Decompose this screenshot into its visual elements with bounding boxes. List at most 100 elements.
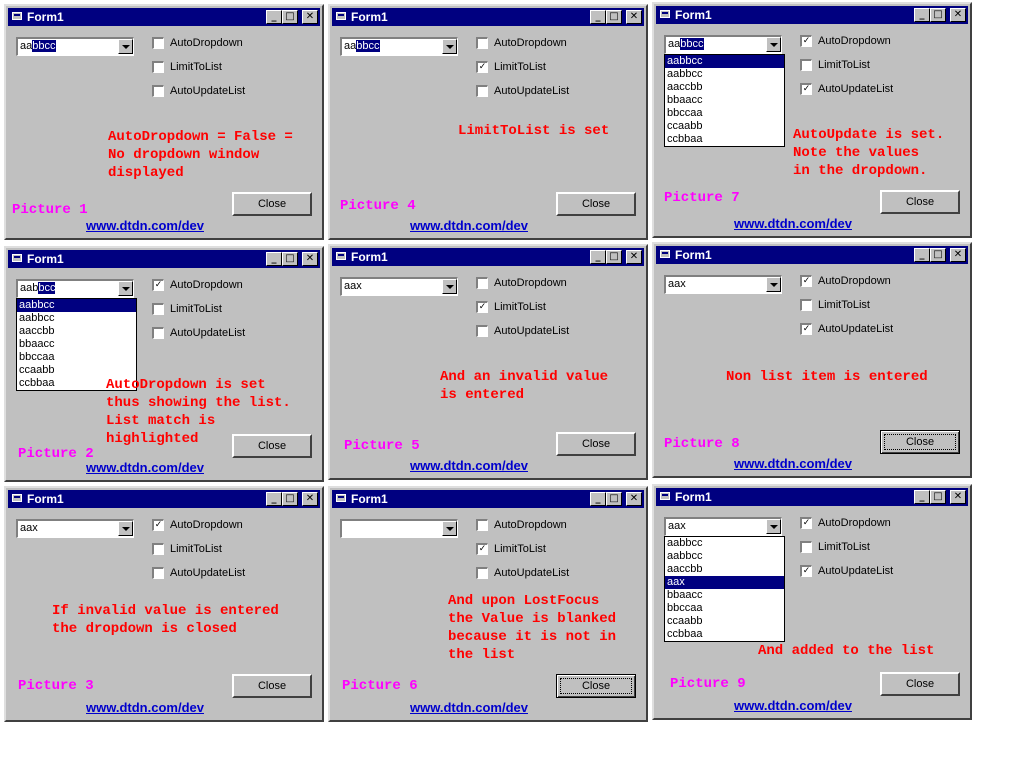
close-button[interactable]: Close: [232, 434, 312, 458]
dtdn-link[interactable]: www.dtdn.com/dev: [410, 700, 528, 715]
combo-box[interactable]: [340, 519, 458, 538]
checkbox-box[interactable]: ✓: [476, 61, 488, 73]
minimize-button[interactable]: _: [266, 10, 282, 24]
dropdown-arrow-button[interactable]: [766, 37, 781, 52]
checkbox-box[interactable]: [152, 543, 164, 555]
combo-box[interactable]: aabbcc: [340, 37, 458, 56]
minimize-button[interactable]: _: [914, 248, 930, 262]
combo-box[interactable]: aabbcc: [664, 35, 782, 54]
window-icon[interactable]: [12, 494, 22, 502]
close-button[interactable]: Close: [556, 432, 636, 456]
maximize-button[interactable]: □: [282, 10, 298, 24]
close-button[interactable]: Close: [880, 672, 960, 696]
checkbox-box[interactable]: [476, 325, 488, 337]
window-icon[interactable]: [12, 254, 22, 262]
checkbox-box[interactable]: [800, 59, 812, 71]
checkbox-box[interactable]: ✓: [476, 301, 488, 313]
close-window-button[interactable]: ✕: [302, 492, 318, 506]
minimize-button[interactable]: _: [590, 250, 606, 264]
checkbox-box[interactable]: [476, 567, 488, 579]
window-icon[interactable]: [336, 252, 346, 260]
close-button[interactable]: Close: [880, 430, 960, 454]
combo-box[interactable]: aabbcc: [16, 37, 134, 56]
dropdown-item[interactable]: aabbcc: [665, 68, 784, 81]
dropdown-item[interactable]: aabbcc: [17, 312, 136, 325]
checkbox-box[interactable]: [152, 327, 164, 339]
maximize-button[interactable]: □: [930, 490, 946, 504]
checkbox-box[interactable]: [476, 277, 488, 289]
dropdown-item[interactable]: aax: [665, 576, 784, 589]
combo-box[interactable]: aax: [16, 519, 134, 538]
dropdown-list[interactable]: aabbcc aabbcc aaccbb aax bbaacc bbccaa ccaabb c…: [664, 536, 785, 642]
dropdown-item[interactable]: aaccbb: [665, 81, 784, 94]
dropdown-arrow-button[interactable]: [442, 279, 457, 294]
dropdown-item[interactable]: ccbbaa: [665, 133, 784, 146]
window-icon[interactable]: [660, 492, 670, 500]
dtdn-link[interactable]: www.dtdn.com/dev: [86, 460, 204, 475]
dropdown-item[interactable]: bbccaa: [665, 107, 784, 120]
checkbox-box[interactable]: ✓: [800, 323, 812, 335]
dtdn-link[interactable]: www.dtdn.com/dev: [86, 700, 204, 715]
combo-box[interactable]: aax: [664, 517, 782, 536]
dropdown-arrow-button[interactable]: [766, 519, 781, 534]
checkbox-box[interactable]: [800, 541, 812, 553]
maximize-button[interactable]: □: [282, 492, 298, 506]
checkbox-box[interactable]: ✓: [800, 275, 812, 287]
minimize-button[interactable]: _: [590, 492, 606, 506]
close-window-button[interactable]: ✕: [302, 252, 318, 266]
dropdown-arrow-button[interactable]: [442, 521, 457, 536]
dtdn-link[interactable]: www.dtdn.com/dev: [734, 698, 852, 713]
checkbox-box[interactable]: ✓: [152, 519, 164, 531]
close-window-button[interactable]: ✕: [950, 490, 966, 504]
close-button[interactable]: Close: [232, 192, 312, 216]
close-button[interactable]: Close: [880, 190, 960, 214]
dropdown-item[interactable]: bbaacc: [665, 94, 784, 107]
close-window-button[interactable]: ✕: [950, 248, 966, 262]
dropdown-item[interactable]: ccaabb: [665, 615, 784, 628]
dropdown-arrow-button[interactable]: [118, 39, 133, 54]
close-window-button[interactable]: ✕: [626, 10, 642, 24]
window-icon[interactable]: [12, 12, 22, 20]
dtdn-link[interactable]: www.dtdn.com/dev: [410, 458, 528, 473]
close-button[interactable]: Close: [232, 674, 312, 698]
minimize-button[interactable]: _: [914, 8, 930, 22]
checkbox-box[interactable]: [152, 61, 164, 73]
checkbox-box[interactable]: [152, 85, 164, 97]
maximize-button[interactable]: □: [606, 492, 622, 506]
dtdn-link[interactable]: www.dtdn.com/dev: [86, 218, 204, 233]
window-icon[interactable]: [660, 250, 670, 258]
close-window-button[interactable]: ✕: [626, 492, 642, 506]
checkbox-box[interactable]: [152, 567, 164, 579]
dropdown-arrow-button[interactable]: [442, 39, 457, 54]
dropdown-item[interactable]: aabbcc: [17, 299, 136, 312]
checkbox-box[interactable]: [476, 519, 488, 531]
dropdown-item[interactable]: ccbbaa: [665, 628, 784, 641]
combo-box[interactable]: aax: [664, 275, 782, 294]
checkbox-box[interactable]: ✓: [476, 543, 488, 555]
dropdown-item[interactable]: aaccbb: [665, 563, 784, 576]
minimize-button[interactable]: _: [914, 490, 930, 504]
checkbox-box[interactable]: ✓: [152, 279, 164, 291]
dropdown-item[interactable]: bbccaa: [665, 602, 784, 615]
minimize-button[interactable]: _: [266, 492, 282, 506]
minimize-button[interactable]: _: [590, 10, 606, 24]
checkbox-box[interactable]: ✓: [800, 565, 812, 577]
close-window-button[interactable]: ✕: [302, 10, 318, 24]
minimize-button[interactable]: _: [266, 252, 282, 266]
checkbox-box[interactable]: [152, 37, 164, 49]
maximize-button[interactable]: □: [282, 252, 298, 266]
combo-box[interactable]: aabbcc: [16, 279, 134, 298]
combo-box[interactable]: aax: [340, 277, 458, 296]
dropdown-item[interactable]: aabbcc: [665, 550, 784, 563]
window-icon[interactable]: [660, 10, 670, 18]
checkbox-box[interactable]: ✓: [800, 517, 812, 529]
dropdown-item[interactable]: aabbcc: [665, 55, 784, 68]
dropdown-item[interactable]: bbccaa: [17, 351, 136, 364]
dropdown-arrow-button[interactable]: [118, 521, 133, 536]
maximize-button[interactable]: □: [930, 8, 946, 22]
dropdown-item[interactable]: aaccbb: [17, 325, 136, 338]
close-window-button[interactable]: ✕: [950, 8, 966, 22]
close-window-button[interactable]: ✕: [626, 250, 642, 264]
dropdown-item[interactable]: aabbcc: [665, 537, 784, 550]
dropdown-list[interactable]: aabbcc aabbcc aaccbb bbaacc bbccaa ccaabb ccbb…: [664, 54, 785, 147]
